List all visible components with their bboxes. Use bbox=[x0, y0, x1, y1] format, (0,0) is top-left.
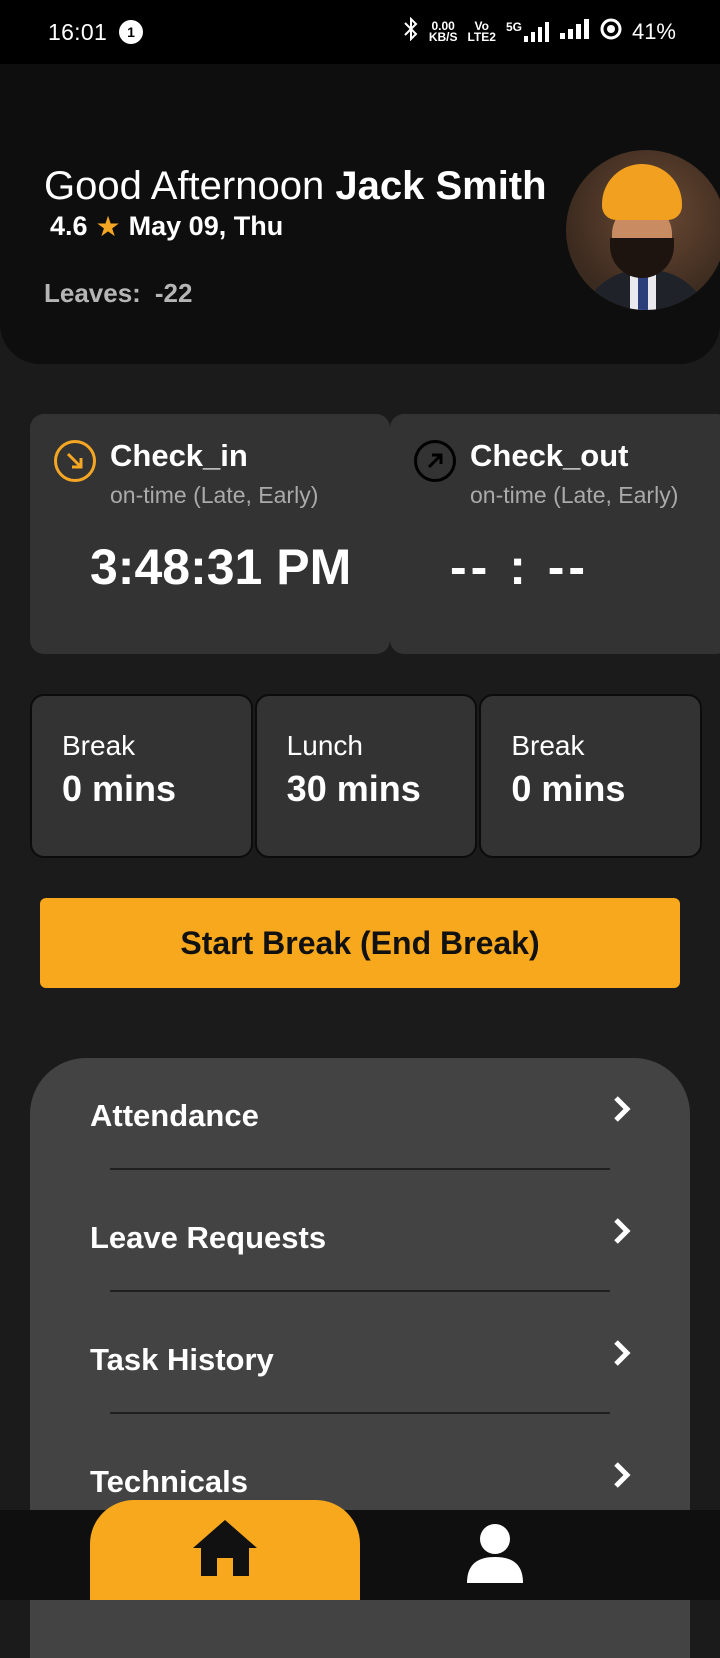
signal-icon bbox=[559, 19, 590, 45]
leaves-label: Leaves: bbox=[44, 278, 141, 308]
tile-value: 0 mins bbox=[62, 768, 177, 809]
start-break-button[interactable]: Start Break (End Break) bbox=[40, 898, 680, 988]
menu-item-leave-requests[interactable]: Leave Requests bbox=[30, 1180, 690, 1302]
break-tile-2: Break 0 mins bbox=[479, 694, 703, 858]
check-in-card[interactable]: Check_in on-time (Late, Early) 3:48:31 P… bbox=[30, 414, 390, 654]
battery-percent: 41% bbox=[631, 19, 676, 44]
check-in-status: on-time (Late, Early) bbox=[110, 482, 319, 508]
menu-item-task-history[interactable]: Task History bbox=[30, 1302, 690, 1424]
break-summary-tiles: Break 0 mins Lunch 30 mins Break 0 mins bbox=[30, 694, 703, 858]
tile-label: Lunch bbox=[286, 730, 363, 761]
check-out-title: Check_out bbox=[470, 438, 629, 473]
current-date: May 09, Thu bbox=[128, 211, 284, 241]
status-icons: 0.00 KB/S Vo LTE2 5G 41% bbox=[403, 16, 676, 47]
nav-profile-tab[interactable] bbox=[430, 1510, 560, 1600]
leaves-value: -22 bbox=[154, 278, 193, 308]
greeting-label: Good Afternoon bbox=[44, 164, 325, 208]
battery-icon bbox=[600, 18, 622, 46]
tile-label: Break bbox=[62, 730, 136, 761]
menu-item-attendance[interactable]: Attendance bbox=[30, 1058, 690, 1180]
status-bar: 16:01 1 0.00 KB/S Vo LTE2 5G 41% bbox=[0, 0, 720, 64]
notification-badge: 1 bbox=[119, 20, 144, 44]
chevron-right-icon bbox=[612, 1338, 632, 1377]
lunch-tile: Lunch 30 mins bbox=[254, 694, 478, 858]
nav-home-tab[interactable] bbox=[90, 1500, 360, 1600]
check-in-title: Check_in bbox=[110, 438, 248, 473]
volte-bottom: LTE2 bbox=[467, 30, 496, 44]
chevron-right-icon bbox=[612, 1216, 632, 1255]
signal-5g-icon: 5G bbox=[505, 20, 550, 42]
net-speed: 0.00 KB/S bbox=[428, 20, 458, 44]
check-out-time: -- : -- bbox=[450, 539, 590, 595]
check-out-status: on-time (Late, Early) bbox=[470, 482, 679, 508]
net-speed-unit: KB/S bbox=[428, 30, 458, 44]
tile-value: 30 mins bbox=[286, 768, 421, 809]
leaves-info: Leaves: -22 bbox=[44, 278, 192, 309]
home-icon bbox=[189, 1516, 261, 1585]
avatar[interactable] bbox=[566, 150, 720, 310]
tile-value: 0 mins bbox=[511, 768, 626, 809]
user-icon bbox=[463, 1521, 527, 1590]
check-out-card[interactable]: Check_out on-time (Late, Early) -- : -- bbox=[390, 414, 720, 654]
rating-date-row: 4.6 ★ May 09, Thu bbox=[50, 210, 283, 243]
menu-item-label: Technicals bbox=[90, 1464, 248, 1499]
volte-indicator: Vo LTE2 bbox=[467, 20, 496, 44]
user-name: Jack Smith bbox=[335, 164, 547, 208]
divider bbox=[110, 1412, 610, 1414]
network-type: 5G bbox=[505, 20, 522, 34]
divider bbox=[110, 1290, 610, 1292]
header-card: Good Afternoon Jack Smith 4.6 ★ May 09, … bbox=[0, 64, 720, 364]
tile-label: Break bbox=[511, 730, 585, 761]
divider bbox=[110, 1168, 610, 1170]
break-tile-1: Break 0 mins bbox=[30, 694, 253, 858]
chevron-right-icon bbox=[612, 1460, 632, 1499]
menu-item-label: Leave Requests bbox=[90, 1220, 327, 1255]
arrow-up-right-icon bbox=[414, 440, 456, 482]
menu-item-label: Task History bbox=[90, 1342, 274, 1377]
chevron-right-icon bbox=[612, 1094, 632, 1133]
greeting-text: Good Afternoon Jack Smith bbox=[44, 164, 547, 209]
bluetooth-icon bbox=[403, 16, 419, 47]
bottom-nav bbox=[0, 1500, 720, 1600]
arrow-down-right-icon bbox=[54, 440, 96, 482]
star-icon: ★ bbox=[95, 211, 121, 242]
check-in-time: 3:48:31 PM bbox=[90, 539, 352, 595]
menu-item-label: Attendance bbox=[90, 1098, 259, 1133]
rating-value: 4.6 bbox=[50, 211, 88, 241]
status-time: 16:01 bbox=[48, 18, 108, 45]
